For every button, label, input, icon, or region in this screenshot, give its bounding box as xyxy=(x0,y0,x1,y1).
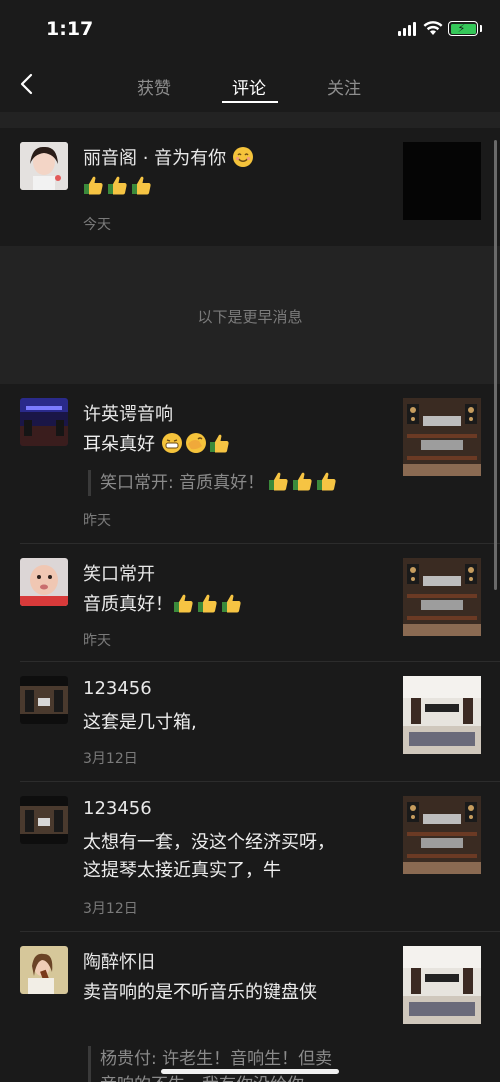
cellular-signal-icon xyxy=(398,22,418,36)
grin-emoji-icon xyxy=(161,433,182,453)
video-thumbnail[interactable] xyxy=(403,946,481,1024)
video-thumbnail[interactable] xyxy=(403,398,481,476)
avatar[interactable] xyxy=(20,558,68,606)
commenter-name[interactable]: 123456 xyxy=(83,798,152,819)
thumbs-up-emoji-icon xyxy=(269,472,288,491)
thumbs-up-emoji-icon xyxy=(84,176,103,195)
thumbs-up-emoji-icon xyxy=(174,594,193,613)
commenter-name[interactable]: 123456 xyxy=(83,678,152,699)
tab-follows[interactable]: 关注 xyxy=(327,74,361,99)
avatar[interactable] xyxy=(20,796,68,844)
thumbs-up-emoji-icon xyxy=(198,594,217,613)
earlier-messages-divider: 以下是更早消息 xyxy=(0,246,500,384)
comment-text-content: 耳朵真好 xyxy=(83,434,155,455)
video-thumbnail[interactable] xyxy=(403,142,481,220)
header-divider xyxy=(0,112,500,128)
comment-date: 昨天 xyxy=(83,513,111,529)
status-bar: 1:17 ⚡ xyxy=(0,0,500,60)
avatar[interactable] xyxy=(20,946,68,994)
quoted-comment: 笑口常开: 音质真好！ xyxy=(88,470,340,496)
comment-date: 3月12日 xyxy=(83,901,138,917)
comment-text: 耳朵真好 xyxy=(83,430,233,456)
battery-icon: ⚡ xyxy=(448,21,478,36)
list-item[interactable]: 123456 这套是几寸箱, 3月12日 xyxy=(0,662,500,782)
scrollbar[interactable] xyxy=(494,140,497,590)
avatar[interactable] xyxy=(20,142,68,190)
comment-text-line1: 太想有一套，没这个经济买呀， xyxy=(83,832,335,853)
thumbs-up-emoji-icon xyxy=(108,176,127,195)
commenter-name[interactable]: 许英谔音响 xyxy=(83,400,173,426)
earlier-messages-label: 以下是更早消息 xyxy=(197,308,303,326)
thumbs-up-emoji-icon xyxy=(293,472,312,491)
thumbs-up-emoji-icon xyxy=(317,472,336,491)
battery-tip xyxy=(480,25,482,32)
thumbs-up-emoji-icon xyxy=(209,434,229,453)
commenter-name[interactable]: 丽音阁 · 音为有你 xyxy=(83,144,256,170)
active-tab-indicator xyxy=(222,101,278,103)
thumbs-up-emoji-icon xyxy=(222,594,241,613)
comment-text-line2: 这提琴太接近真实了，牛 xyxy=(83,860,281,881)
quoted-comment-text: 笑口常开: 音质真好！ xyxy=(100,473,265,493)
comment-emojis xyxy=(83,174,155,197)
video-thumbnail[interactable] xyxy=(403,676,481,754)
commenter-name[interactable]: 笑口常开 xyxy=(83,560,155,586)
top-nav: 获赞 评论 关注 xyxy=(0,60,500,112)
comment-date: 昨天 xyxy=(83,633,111,649)
list-item[interactable]: 笑口常开 音质真好！ 昨天 xyxy=(0,544,500,662)
list-item[interactable]: 123456 太想有一套，没这个经济买呀， 这提琴太接近真实了，牛 3月12日 xyxy=(0,782,500,932)
comment-date: 3月12日 xyxy=(83,751,138,767)
comment-text: 这套是几寸箱, xyxy=(83,712,197,733)
commenter-name[interactable]: 陶醉怀旧 xyxy=(83,948,155,974)
list-item[interactable]: 许英谔音响 耳朵真好 笑口常开: 音质真好！ 昨天 xyxy=(0,384,500,544)
back-arrow-icon[interactable] xyxy=(14,70,42,98)
comment-text: 卖音响的是不听音乐的键盘侠 xyxy=(83,982,317,1003)
commenter-name-text: 丽音阁 · 音为有你 xyxy=(83,148,227,169)
list-item[interactable]: 丽音阁 · 音为有你 今天 xyxy=(0,128,500,246)
list-item[interactable]: 陶醉怀旧 卖音响的是不听音乐的键盘侠 杨贵付: 许老生！音响生！但卖 音响的不生… xyxy=(0,932,500,1082)
tab-comments[interactable]: 评论 xyxy=(232,74,266,99)
quoted-comment: 杨贵付: 许老生！音响生！但卖 音响的不生，我有你没给你 xyxy=(88,1046,332,1082)
avatar[interactable] xyxy=(20,398,68,446)
home-indicator[interactable] xyxy=(161,1069,339,1074)
facepalm-emoji-icon xyxy=(185,433,206,453)
tab-likes[interactable]: 获赞 xyxy=(137,74,171,99)
wifi-icon xyxy=(423,21,443,35)
comment-text: 音质真好！ xyxy=(83,590,245,616)
comment-text-content: 音质真好！ xyxy=(83,594,173,615)
comment-date: 今天 xyxy=(83,217,111,233)
video-thumbnail[interactable] xyxy=(403,796,481,874)
avatar[interactable] xyxy=(20,676,68,724)
thumbs-up-emoji-icon xyxy=(132,176,151,195)
video-thumbnail[interactable] xyxy=(403,558,481,636)
status-time: 1:17 xyxy=(46,18,94,40)
smile-emoji-icon xyxy=(232,147,253,167)
